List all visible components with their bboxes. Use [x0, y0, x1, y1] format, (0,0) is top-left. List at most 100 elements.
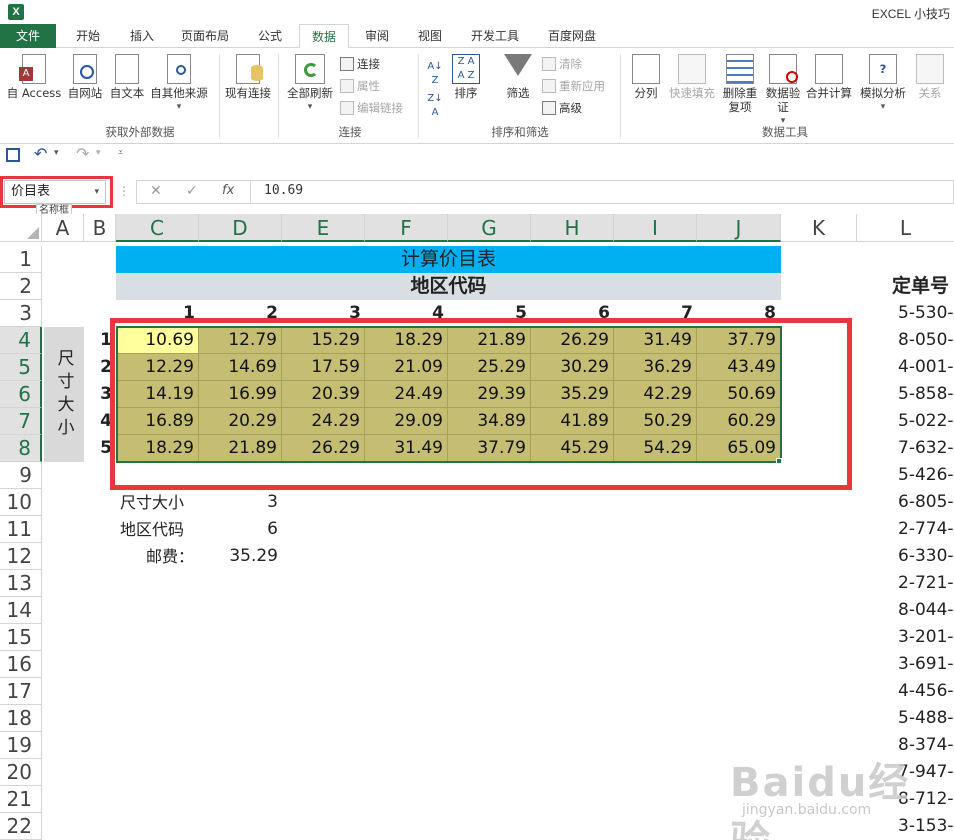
flash-fill-button[interactable]: 快速填充 [666, 54, 718, 100]
order-number-cell[interactable]: 3-201- [898, 624, 954, 651]
tab-view[interactable]: 视图 [405, 24, 455, 48]
from-access-button[interactable]: A 自 Access [4, 54, 64, 100]
order-number-cell[interactable]: 5-530- [898, 300, 954, 327]
column-header-h[interactable]: H [531, 214, 614, 242]
refresh-all-button[interactable]: 全部刷新 ▾ [284, 54, 336, 114]
formula-input[interactable] [136, 180, 954, 204]
select-all-button[interactable] [0, 214, 42, 242]
row-header-21[interactable]: 21 [0, 786, 42, 813]
row-header-11[interactable]: 11 [0, 516, 42, 543]
order-number-cell[interactable]: 2-721- [898, 570, 954, 597]
column-header-f[interactable]: F [365, 214, 448, 242]
lookup-region-label[interactable]: 地区代码 [120, 516, 200, 543]
advanced-button[interactable]: 高级 [542, 98, 582, 118]
consolidate-button[interactable]: 合并计算 [804, 54, 854, 100]
save-icon[interactable] [6, 148, 20, 162]
tab-baidu-netdisk[interactable]: 百度网盘 [536, 24, 608, 48]
sort-ascending-button[interactable]: A↓ Z [424, 60, 446, 88]
row-header-6[interactable]: 6 [0, 381, 42, 408]
insert-function-icon[interactable]: fx [222, 183, 234, 198]
row-header-3[interactable]: 3 [0, 300, 42, 327]
column-header-a[interactable]: A [42, 214, 84, 242]
existing-connections-button[interactable]: 现有连接 [222, 54, 274, 100]
row-header-9[interactable]: 9 [0, 462, 42, 489]
column-header-l[interactable]: L [857, 214, 954, 242]
region-code-header[interactable]: 地区代码 [116, 273, 781, 300]
column-header-b[interactable]: B [84, 214, 116, 242]
data-validation-button[interactable]: 数据验证 ▾ [762, 54, 804, 128]
tab-insert[interactable]: 插入 [116, 24, 168, 48]
row-header-8[interactable]: 8 [0, 435, 42, 462]
order-number-cell[interactable]: 4-001- [898, 354, 954, 381]
column-header-j[interactable]: J [697, 214, 781, 242]
column-header-k[interactable]: K [781, 214, 857, 242]
customize-qat-icon[interactable]: ⩡ [118, 148, 123, 158]
row-header-18[interactable]: 18 [0, 705, 42, 732]
sort-button[interactable]: Z AA Z 排序 [450, 54, 482, 100]
filter-button[interactable]: 筛选 [500, 54, 536, 100]
enter-icon[interactable]: ✓ [186, 183, 198, 199]
text-to-columns-button[interactable]: 分列 [626, 54, 666, 100]
size-label-merged-cell[interactable]: 尺寸大小 [44, 327, 84, 462]
connections-button[interactable]: 连接 [340, 54, 380, 74]
from-text-button[interactable]: 自文本 [106, 54, 148, 100]
row-header-5[interactable]: 5 [0, 354, 42, 381]
row-header-12[interactable]: 12 [0, 543, 42, 570]
tab-file[interactable]: 文件 [0, 24, 56, 48]
row-header-17[interactable]: 17 [0, 678, 42, 705]
column-header-d[interactable]: D [199, 214, 282, 242]
what-if-analysis-button[interactable]: ? 模拟分析 ▾ [856, 54, 910, 114]
sheet-title[interactable]: 计算价目表 [116, 246, 781, 273]
postage-label[interactable]: 邮费： [146, 543, 202, 570]
chevron-down-icon[interactable]: ▾ [54, 148, 59, 158]
redo-icon[interactable]: ↷ [76, 144, 89, 163]
row-header-15[interactable]: 15 [0, 624, 42, 651]
row-header-4[interactable]: 4 [0, 327, 42, 354]
order-number-cell[interactable]: 2-774- [898, 516, 954, 543]
row-header-16[interactable]: 16 [0, 651, 42, 678]
chevron-down-icon[interactable]: ▾ [96, 148, 101, 158]
cancel-icon[interactable]: ✕ [150, 183, 162, 199]
clear-button[interactable]: 清除 [542, 54, 582, 74]
lookup-size-label[interactable]: 尺寸大小 [120, 489, 200, 516]
row-header-10[interactable]: 10 [0, 489, 42, 516]
tab-home[interactable]: 开始 [62, 24, 114, 48]
row-header-7[interactable]: 7 [0, 408, 42, 435]
edit-links-button[interactable]: 编辑链接 [340, 98, 403, 118]
tab-data[interactable]: 数据 [299, 24, 349, 49]
from-web-button[interactable]: 自网站 [64, 54, 106, 100]
lookup-region-value[interactable]: 6 [199, 516, 282, 543]
order-number-cell[interactable]: 5-426- [898, 462, 954, 489]
undo-icon[interactable]: ↶ [34, 144, 47, 163]
tab-formulas[interactable]: 公式 [244, 24, 296, 48]
row-header-22[interactable]: 22 [0, 813, 42, 840]
order-number-cell[interactable]: 5-858- [898, 381, 954, 408]
order-number-cell[interactable]: 6-330- [898, 543, 954, 570]
row-header-19[interactable]: 19 [0, 732, 42, 759]
order-number-cell[interactable]: 8-050- [898, 327, 954, 354]
tab-developer[interactable]: 开发工具 [460, 24, 530, 48]
order-number-header[interactable]: 定单号 [892, 273, 954, 300]
row-header-20[interactable]: 20 [0, 759, 42, 786]
order-number-cell[interactable]: 4-456- [898, 678, 954, 705]
order-number-cell[interactable]: 5-022- [898, 408, 954, 435]
tab-page-layout[interactable]: 页面布局 [172, 24, 238, 48]
from-other-sources-button[interactable]: 自其他来源 ▾ [146, 54, 212, 114]
column-header-i[interactable]: I [614, 214, 697, 242]
row-header-13[interactable]: 13 [0, 570, 42, 597]
column-header-e[interactable]: E [282, 214, 365, 242]
reapply-button[interactable]: 重新应用 [542, 76, 605, 96]
tab-review[interactable]: 审阅 [352, 24, 402, 48]
row-header-1[interactable]: 1 [0, 246, 42, 273]
column-header-g[interactable]: G [448, 214, 531, 242]
remove-duplicates-button[interactable]: 删除重复项 [718, 54, 762, 114]
row-header-14[interactable]: 14 [0, 597, 42, 624]
order-number-cell[interactable]: 8-044- [898, 597, 954, 624]
properties-button[interactable]: 属性 [340, 76, 380, 96]
order-number-cell[interactable]: 7-632- [898, 435, 954, 462]
row-header-2[interactable]: 2 [0, 273, 42, 300]
order-number-cell[interactable]: 3-691- [898, 651, 954, 678]
sort-descending-button[interactable]: Z↓ A [424, 92, 446, 120]
lookup-size-value[interactable]: 3 [199, 489, 282, 516]
relationships-button[interactable]: 关系 [912, 54, 948, 100]
